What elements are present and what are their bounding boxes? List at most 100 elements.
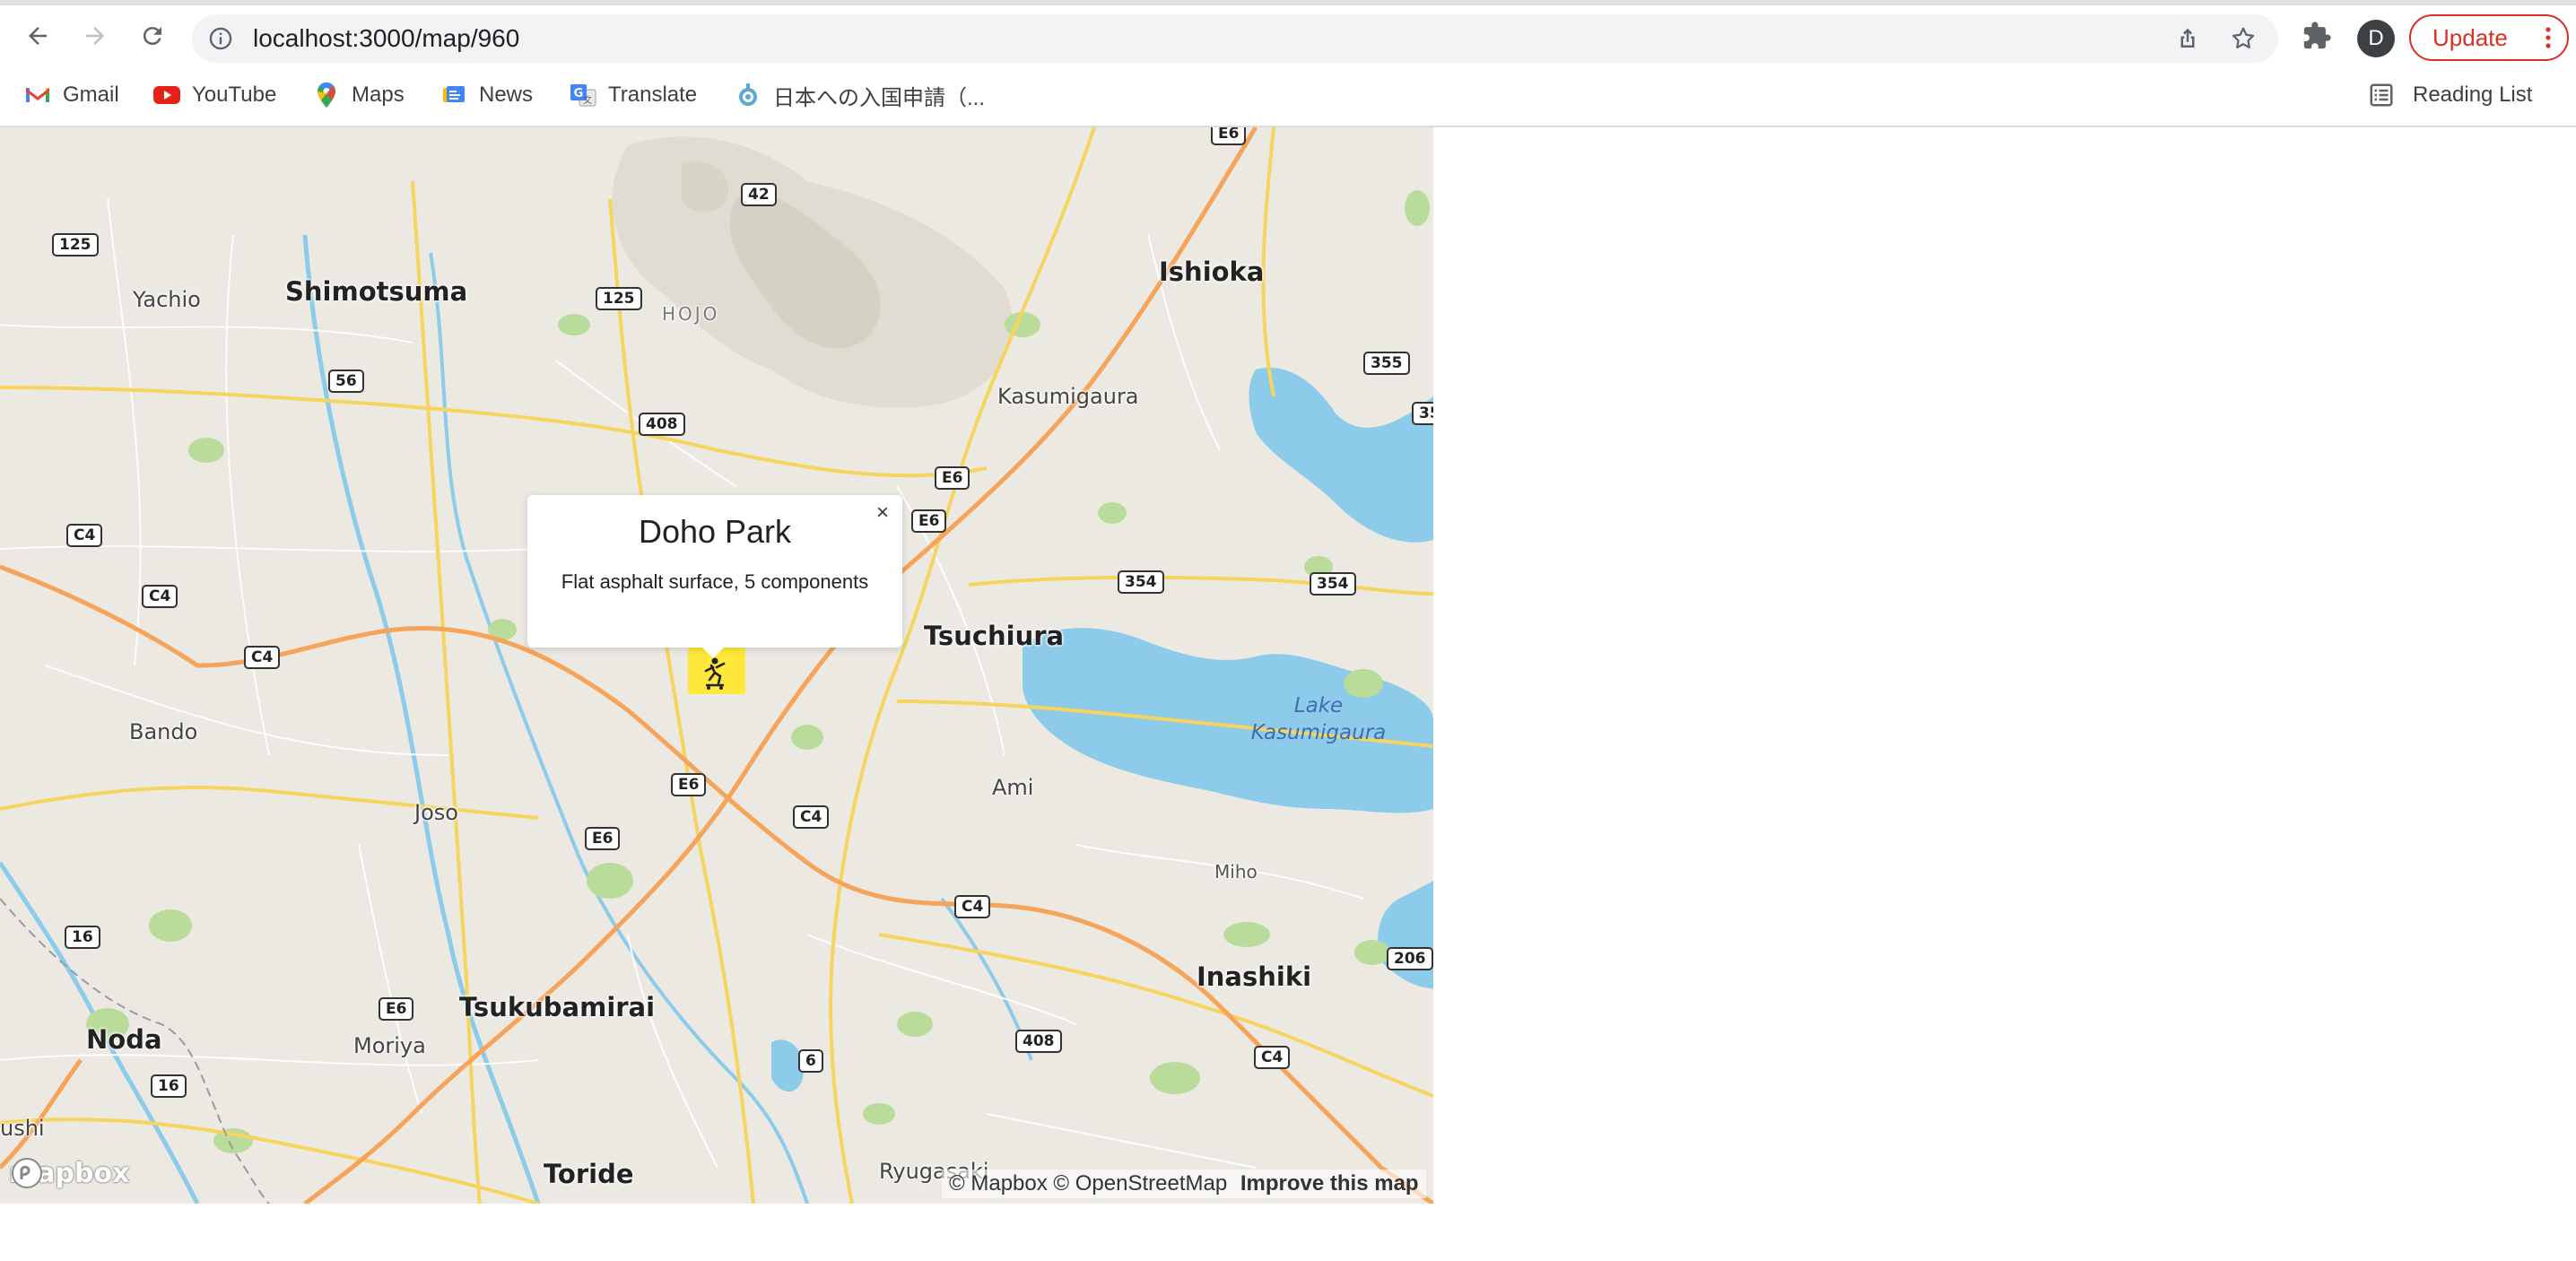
route-shield: C4: [793, 805, 830, 829]
route-shield: 16: [151, 1074, 187, 1098]
popup-tip: [702, 648, 724, 658]
attribution-osm-link[interactable]: © OpenStreetMap: [1053, 1171, 1227, 1196]
lake-label-line1: Lake: [1293, 694, 1344, 717]
site-info-icon[interactable]: [208, 26, 233, 51]
map-label-noda: Noda: [86, 1024, 162, 1055]
bookmark-label: YouTube: [192, 83, 277, 107]
map-label-ami: Ami: [992, 775, 1034, 800]
map-label-moriya: Moriya: [353, 1033, 426, 1058]
map-label-shimotsuma: Shimotsuma: [285, 276, 468, 307]
forward-button[interactable]: [77, 18, 113, 54]
popup-title: Doho Park: [638, 513, 792, 550]
route-shield: C4: [66, 524, 103, 547]
map-label-hojo: HOJO: [662, 303, 720, 325]
bookmark-gmail[interactable]: Gmail: [23, 79, 119, 111]
back-button[interactable]: [20, 18, 56, 54]
route-shield: 408: [639, 413, 685, 436]
map-label-lake-kasumigaura: Lake Kasumigaura: [1238, 692, 1399, 746]
route-shield: 35: [1412, 402, 1433, 425]
map-label-kasumigaura: Kasumigaura: [997, 384, 1139, 409]
bookmark-label: Gmail: [63, 83, 119, 107]
route-shield: 42: [741, 183, 777, 206]
route-shield: 354: [1118, 570, 1164, 594]
map-label-joso: Joso: [414, 800, 458, 825]
mapbox-logo[interactable]: mapbox: [9, 1155, 129, 1191]
map-canvas[interactable]: Shimotsuma Yachio HOJO Ishioka Kasumigau…: [0, 127, 1433, 1204]
maps-icon: [318, 83, 335, 108]
bookmark-japan-entry[interactable]: 日本への入国申請（...: [734, 79, 985, 111]
route-shield: E6: [671, 773, 707, 796]
improve-map-link[interactable]: Improve this map: [1240, 1171, 1419, 1196]
reading-list-icon: [2370, 83, 2393, 107]
mountain-terrain: [612, 136, 1013, 408]
route-shield: E6: [585, 827, 621, 850]
popup-description: Flat asphalt surface, 5 components: [561, 570, 869, 593]
news-icon: [443, 86, 465, 102]
attribution-mapbox-link[interactable]: © Mapbox: [949, 1171, 1048, 1196]
route-shield: C4: [954, 895, 991, 918]
route-shield: E6: [1211, 127, 1247, 145]
route-shield: E6: [911, 509, 947, 533]
route-shield: E6: [935, 466, 970, 490]
map-label-tsuchiura: Tsuchiura: [924, 621, 1065, 651]
browser-toolbar: localhost:3000/map/960 D Update: [0, 5, 2576, 66]
map-attribution: © Mapbox © OpenStreetMap Improve this ma…: [942, 1170, 1426, 1198]
route-shield: 355: [1363, 352, 1410, 375]
globe-icon: [739, 83, 757, 106]
translate-icon: G文: [570, 84, 596, 107]
route-shield: C4: [142, 585, 178, 608]
map-label-inashiki: Inashiki: [1197, 961, 1312, 992]
map-label-toride: Toride: [544, 1159, 634, 1189]
map-label-ushi: ushi: [0, 1116, 45, 1141]
reading-list-label: Reading List: [2413, 83, 2533, 107]
lake-label-line2: Kasumigaura: [1250, 721, 1387, 744]
more-menu-icon: [2546, 27, 2551, 48]
route-shield: 6: [798, 1049, 823, 1073]
route-shield: 408: [1015, 1030, 1062, 1053]
bookmark-maps[interactable]: Maps: [312, 79, 405, 111]
map-label-ishioka: Ishioka: [1159, 257, 1265, 287]
update-label: Update: [2432, 24, 2508, 51]
reload-icon: [143, 27, 161, 46]
map-label-yachio: Yachio: [133, 287, 201, 312]
bookmark-star-icon[interactable]: [2230, 25, 2257, 52]
extensions-puzzle-icon[interactable]: [2302, 21, 2332, 51]
bookmark-translate[interactable]: G文 Translate: [569, 79, 697, 111]
bookmark-label: News: [479, 83, 534, 107]
address-bar[interactable]: localhost:3000/map/960: [192, 14, 2278, 63]
route-shield: E6: [379, 997, 414, 1021]
lake-north-arm: [1249, 368, 1433, 543]
gmail-icon: [26, 88, 49, 102]
map-label-tsukubamirai: Tsukubamirai: [459, 992, 656, 1022]
route-shield: 125: [596, 287, 642, 310]
map-label-miho: Miho: [1214, 861, 1258, 883]
bookmark-youtube[interactable]: YouTube: [152, 79, 276, 111]
url-text[interactable]: localhost:3000/map/960: [253, 24, 519, 53]
reading-list-button[interactable]: Reading List: [2368, 79, 2532, 111]
park-popup: × Doho Park Flat asphalt surface, 5 comp…: [527, 495, 902, 648]
route-shield: 206: [1387, 947, 1433, 970]
bookmark-label: Translate: [608, 83, 698, 107]
bookmark-news[interactable]: News: [439, 79, 533, 111]
svg-text:G: G: [574, 87, 584, 100]
route-shield: 125: [52, 233, 99, 257]
route-shield: C4: [244, 646, 281, 669]
bookmark-label: Maps: [352, 83, 405, 107]
bookmarks-bar: Gmail YouTube Maps News G文 Translate 日本へ…: [0, 66, 2576, 127]
map-label-bando: Bando: [129, 719, 198, 744]
route-shield: C4: [1254, 1046, 1291, 1069]
route-shield: 16: [65, 926, 100, 949]
svg-text:文: 文: [583, 94, 592, 106]
share-icon[interactable]: [2174, 25, 2201, 52]
reload-button[interactable]: [135, 18, 170, 54]
profile-avatar[interactable]: D: [2357, 20, 2395, 57]
forward-arrow-icon: [86, 27, 104, 45]
route-shield: 354: [1310, 572, 1356, 596]
youtube-icon: [153, 86, 180, 104]
mapbox-logo-icon: [12, 1158, 42, 1188]
update-button[interactable]: Update: [2409, 14, 2569, 61]
bookmark-label: 日本への入国申請（...: [773, 85, 986, 110]
route-shield: 56: [328, 370, 364, 393]
back-arrow-icon: [29, 27, 47, 45]
lake-south-inlet: [1378, 881, 1433, 988]
